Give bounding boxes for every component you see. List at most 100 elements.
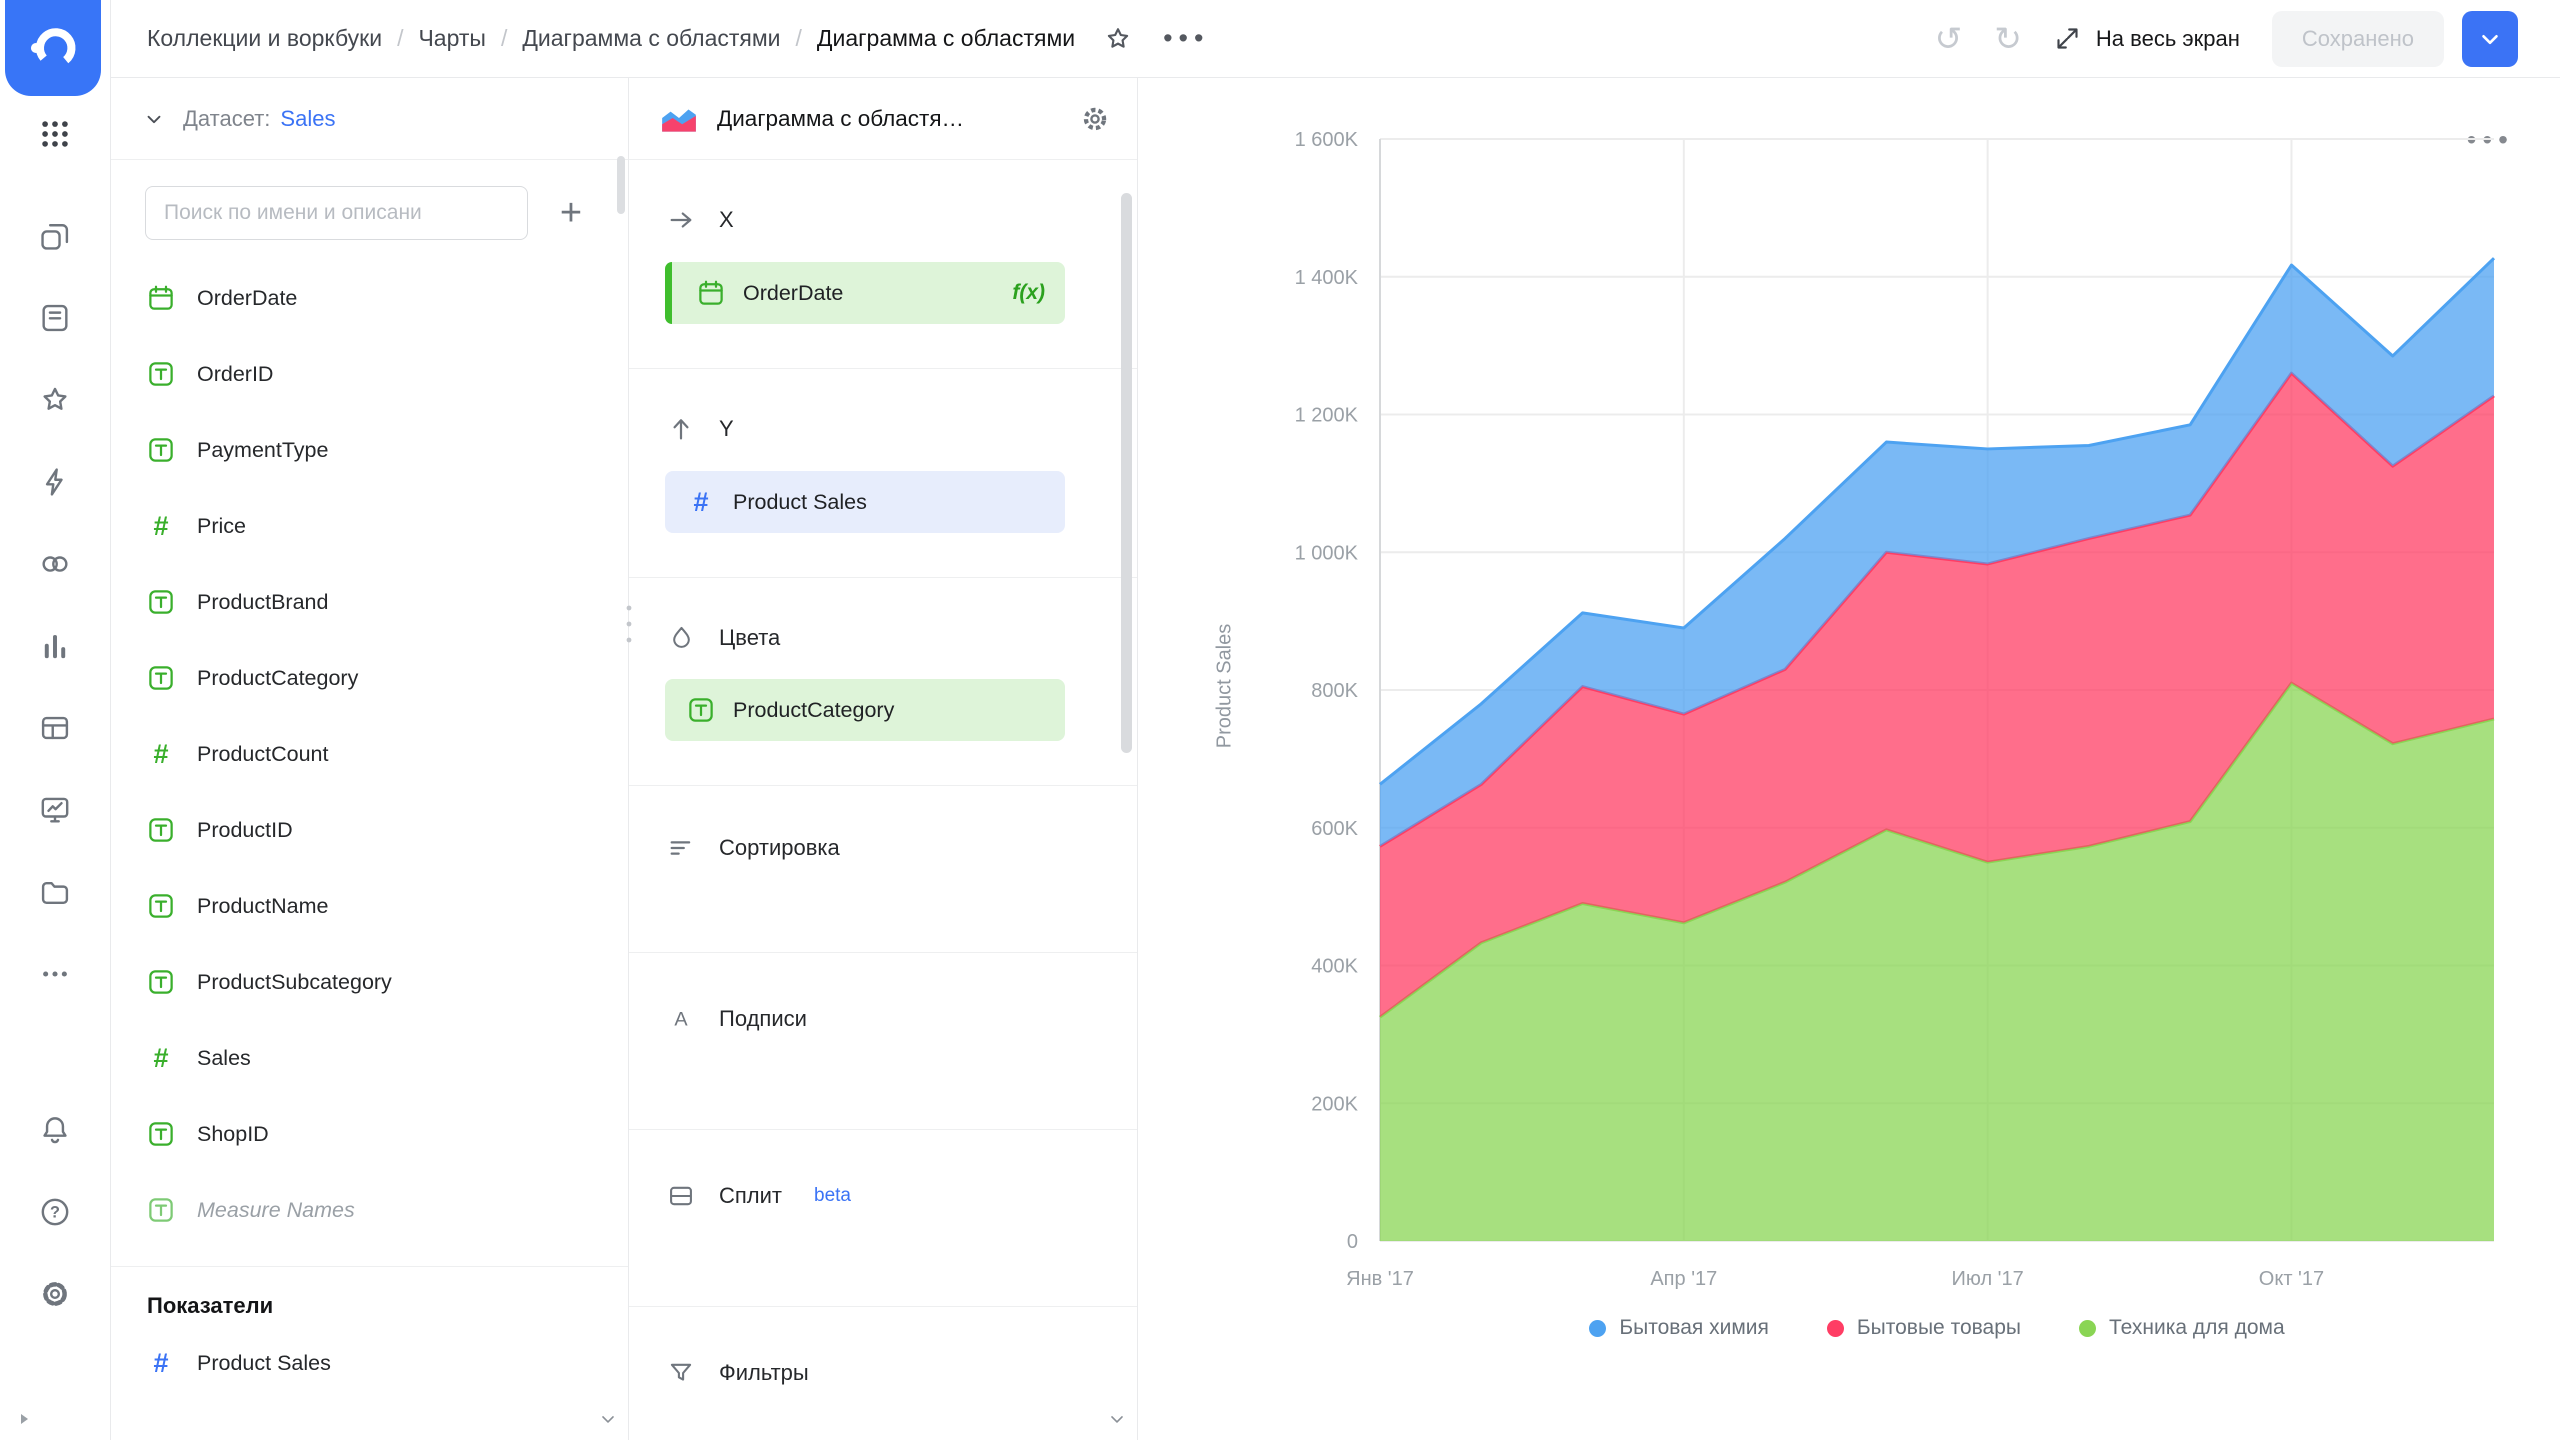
svg-text:Июл '17: Июл '17 xyxy=(1952,1268,2024,1290)
field-row[interactable]: OrderDate xyxy=(111,260,628,336)
panel-resize-handle[interactable] xyxy=(624,598,634,655)
scroll-down-icon[interactable] xyxy=(598,1409,618,1434)
measures-header: Показатели xyxy=(111,1267,628,1325)
add-field-button[interactable]: + xyxy=(548,190,594,236)
workbooks-icon[interactable] xyxy=(27,290,83,346)
field-row[interactable]: PaymentType xyxy=(111,412,628,488)
redo-icon[interactable]: ↻ xyxy=(1994,22,2022,55)
section-labels-label: Подписи xyxy=(719,1006,807,1032)
legend-dot-icon xyxy=(2079,1320,2096,1337)
chevron-down-icon xyxy=(143,108,165,130)
svg-text:1 600K: 1 600K xyxy=(1295,129,1359,151)
legend-item[interactable]: Техника для дома xyxy=(2079,1316,2285,1340)
number-field-icon: # xyxy=(145,741,177,768)
collapse-sidebar-icon[interactable] xyxy=(16,1411,32,1432)
lens-logo-icon xyxy=(26,21,80,75)
field-row[interactable]: #Price xyxy=(111,488,628,564)
section-filters: Фильтры xyxy=(629,1307,1137,1440)
breadcrumb-item[interactable]: Коллекции и воркбуки xyxy=(147,25,382,52)
field-row[interactable]: #Product Sales xyxy=(111,1325,628,1401)
breadcrumb: Коллекции и воркбуки/Чарты/Диаграмма с о… xyxy=(147,25,1075,52)
field-name: ProductSubcategory xyxy=(197,970,392,995)
favorites-icon[interactable] xyxy=(27,372,83,428)
colors-field-chip[interactable]: ProductCategory xyxy=(665,679,1065,741)
field-row[interactable]: #ProductCount xyxy=(111,716,628,792)
field-row[interactable]: Measure Names xyxy=(111,1172,628,1248)
legend-item[interactable]: Бытовая химия xyxy=(1589,1316,1769,1340)
field-name: OrderID xyxy=(197,362,273,387)
field-row[interactable]: #Sales xyxy=(111,1020,628,1096)
saved-button[interactable]: Сохранено xyxy=(2272,11,2444,67)
field-row[interactable]: ProductName xyxy=(111,868,628,944)
measures-block: Показатели #Product Sales xyxy=(111,1266,628,1401)
dataset-name-link[interactable]: Sales xyxy=(280,106,335,132)
field-name: ShopID xyxy=(197,1122,269,1147)
filter-funnel-icon xyxy=(665,1359,697,1387)
text-field-icon xyxy=(145,814,177,846)
field-row[interactable]: ProductBrand xyxy=(111,564,628,640)
field-row[interactable]: ProductID xyxy=(111,792,628,868)
chevron-down-icon xyxy=(2477,26,2503,52)
section-x: X OrderDate f(x) xyxy=(629,160,1137,369)
chart-settings-gear-icon[interactable] xyxy=(1079,103,1111,135)
save-dropdown-button[interactable] xyxy=(2462,11,2518,67)
section-colors-label: Цвета xyxy=(719,625,780,651)
connections-icon[interactable] xyxy=(27,536,83,592)
text-field-icon xyxy=(145,890,177,922)
undo-icon[interactable]: ↺ xyxy=(1935,22,1963,55)
section-x-label: X xyxy=(719,207,734,233)
storage-icon[interactable] xyxy=(27,864,83,920)
formula-icon[interactable]: f(x) xyxy=(1012,281,1045,305)
y-field-chip[interactable]: # Product Sales xyxy=(665,471,1065,533)
breadcrumb-item[interactable]: Диаграмма с областями xyxy=(522,25,780,52)
charts-icon[interactable] xyxy=(27,618,83,674)
field-row[interactable]: ProductSubcategory xyxy=(111,944,628,1020)
field-row[interactable]: ProductCategory xyxy=(111,640,628,716)
collections-icon[interactable] xyxy=(27,208,83,264)
expand-icon xyxy=(2054,25,2081,52)
area-chart[interactable]: 0200K400K600K800K1 000K1 200K1 400K1 600… xyxy=(1138,78,2560,1440)
date-field-icon xyxy=(145,282,177,314)
svg-text:?: ? xyxy=(50,1204,60,1222)
chart-type-header: Диаграмма с областя… xyxy=(629,78,1137,160)
config-scrollbar-thumb[interactable] xyxy=(1121,193,1132,753)
settings-icon[interactable] xyxy=(27,1266,83,1322)
x-field-chip[interactable]: OrderDate f(x) xyxy=(665,262,1065,324)
legend-dot-icon xyxy=(1827,1320,1844,1337)
field-row[interactable]: ShopID xyxy=(111,1096,628,1172)
text-field-icon xyxy=(145,434,177,466)
quick-actions-icon[interactable] xyxy=(27,454,83,510)
breadcrumb-item: Диаграмма с областями xyxy=(817,25,1075,52)
help-icon[interactable]: ? xyxy=(27,1184,83,1240)
more-actions-icon[interactable]: ••• xyxy=(1163,25,1209,52)
field-name: Sales xyxy=(197,1046,251,1071)
svg-text:600K: 600K xyxy=(1311,818,1358,840)
more-icon[interactable] xyxy=(27,946,83,1002)
x-axis-arrow-icon xyxy=(665,206,697,234)
area-chart-type-icon[interactable] xyxy=(659,102,699,136)
legend-label: Техника для дома xyxy=(2109,1316,2285,1340)
field-search-row: + xyxy=(111,160,628,260)
x-field-name: OrderDate xyxy=(743,281,996,306)
field-row[interactable]: OrderID xyxy=(111,336,628,412)
breadcrumb-item[interactable]: Чарты xyxy=(418,25,485,52)
favorite-star-icon[interactable] xyxy=(1103,24,1133,54)
scroll-down-icon[interactable] xyxy=(1107,1409,1127,1434)
dashboards-icon[interactable] xyxy=(27,782,83,838)
fullscreen-button[interactable]: На весь экран xyxy=(2054,25,2240,52)
svg-text:400K: 400K xyxy=(1311,956,1358,978)
apps-grid-icon[interactable] xyxy=(27,106,83,162)
notifications-icon[interactable] xyxy=(27,1102,83,1158)
tables-icon[interactable] xyxy=(27,700,83,756)
labels-a-icon: A xyxy=(665,1005,697,1033)
legend-item[interactable]: Бытовые товары xyxy=(1827,1316,2021,1340)
dataset-header[interactable]: Датасет: Sales xyxy=(111,78,628,160)
section-split-label: Сплит xyxy=(719,1183,782,1209)
field-search-input[interactable] xyxy=(145,186,528,240)
sort-icon xyxy=(665,834,697,862)
legend-label: Бытовая химия xyxy=(1619,1316,1769,1340)
dataset-scrollbar-thumb[interactable] xyxy=(617,156,625,214)
field-name: Price xyxy=(197,514,246,539)
left-rail: ? xyxy=(0,0,111,1440)
datalens-logo[interactable] xyxy=(5,0,101,96)
